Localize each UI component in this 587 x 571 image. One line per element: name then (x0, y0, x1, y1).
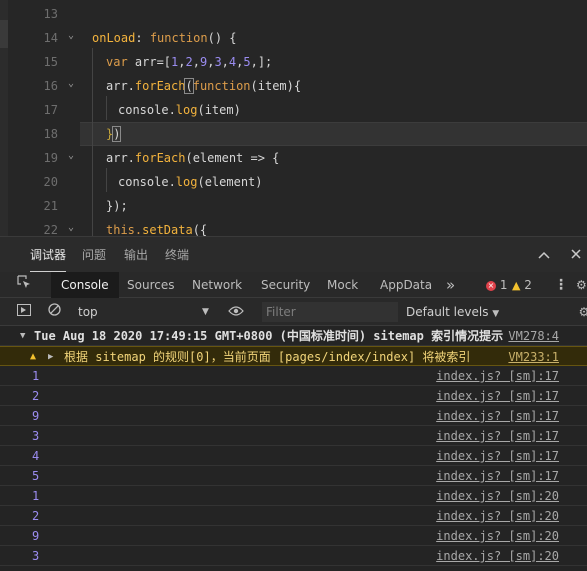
fold-chevron-icon[interactable]: ⌄ (68, 216, 78, 236)
code-line-14: onLoad: function() { (92, 31, 237, 45)
warning-icon: ▲ (30, 351, 37, 362)
log-entry: 9 index.js? [sm]:20 (0, 526, 587, 546)
tab-debugger[interactable]: 调试器 (30, 237, 67, 273)
log-entry: 3 index.js? [sm]:20 (0, 546, 587, 566)
log-levels-select[interactable]: Default levels ▼ (406, 302, 516, 322)
code-line-22: this.setData({ (106, 223, 208, 236)
log-levels-label: Default levels (406, 305, 489, 319)
source-link[interactable]: index.js? [sm]:17 (436, 446, 559, 466)
source-link[interactable]: index.js? [sm]:17 (436, 466, 559, 486)
source-link[interactable]: index.js? [sm]:17 (436, 426, 559, 446)
error-count: 1 (499, 278, 508, 292)
log-entry: 2 index.js? [sm]:17 (0, 386, 587, 406)
tab-terminal[interactable]: 终端 (165, 237, 189, 273)
tab-output[interactable]: 输出 (124, 237, 148, 273)
code-line-21: }); (106, 199, 128, 213)
collapsed-triangle-icon[interactable]: ▶ (48, 347, 53, 367)
collapse-chevron-up-icon[interactable] (534, 245, 554, 265)
log-entry: 9 index.js? [sm]:17 (0, 406, 587, 426)
line-number: 20 (43, 175, 58, 189)
sidebar-toggle-icon[interactable] (14, 302, 34, 322)
code-line-16: arr.forEach(function(item){ (106, 78, 302, 94)
log-entry: 1 index.js? [sm]:17 (0, 366, 587, 386)
code-line-20: console.log(element) (118, 175, 263, 189)
source-link[interactable]: index.js? [sm]:17 (436, 366, 559, 386)
live-expression-eye-icon[interactable] (226, 302, 246, 322)
source-link[interactable]: index.js? [sm]:20 (436, 506, 559, 526)
editor-left-strip (0, 0, 8, 236)
tab-console[interactable]: Console (51, 272, 119, 298)
dropdown-arrow-icon: ▼ (202, 307, 209, 317)
console-warning: ▲ ▶ 根据 sitemap 的规则[0]，当前页面 [pages/index/… (0, 346, 587, 366)
source-link[interactable]: VM233:1 (508, 347, 559, 367)
fold-chevron-icon[interactable]: ⌄ (68, 24, 78, 48)
fold-chevron-icon[interactable]: ⌄ (68, 72, 78, 96)
line-number: 15 (43, 55, 58, 69)
devtools-panel: 调试器 问题 输出 终端 Console Sources Network Sec… (0, 236, 587, 571)
tab-sources[interactable]: Sources (127, 272, 174, 298)
log-entry: 1 index.js? [sm]:20 (0, 486, 587, 506)
code-line-17: console.log(item) (118, 103, 241, 117)
tab-security[interactable]: Security (261, 272, 310, 298)
line-number-gutter: 13 14 ⌄ 15 16 ⌄ 17 18 19 ⌄ 20 21 22 ⌄ (8, 0, 80, 236)
inspect-element-icon[interactable] (14, 275, 34, 295)
line-number: 13 (43, 7, 58, 21)
source-link[interactable]: index.js? [sm]:20 (436, 526, 559, 546)
code-line-18: }) (106, 126, 122, 142)
devtools-panel-tabs: Console Sources Network Security Mock Ap… (0, 272, 587, 298)
warning-count: 2 (524, 278, 532, 292)
filter-input[interactable] (262, 302, 398, 322)
context-value: top (78, 305, 98, 319)
close-icon[interactable] (566, 245, 586, 265)
fold-chevron-icon[interactable]: ⌄ (68, 144, 78, 168)
tab-issues[interactable]: 问题 (82, 237, 106, 273)
warning-text: 根据 sitemap 的规则[0]，当前页面 [pages/index/inde… (64, 350, 471, 364)
log-entry: 4 index.js? [sm]:17 (0, 446, 587, 466)
source-link[interactable]: index.js? [sm]:17 (436, 406, 559, 426)
source-link[interactable]: VM278:4 (508, 326, 559, 346)
indent-guide (106, 168, 107, 192)
clear-console-icon[interactable] (44, 302, 64, 322)
line-number: 22 (43, 223, 58, 236)
context-select[interactable]: top ▼ (78, 302, 218, 322)
kebab-menu-icon[interactable]: ⋮ (554, 272, 568, 298)
tab-network[interactable]: Network (192, 272, 242, 298)
source-link[interactable]: index.js? [sm]:20 (436, 546, 559, 566)
line-number: 21 (43, 199, 58, 213)
code-line-15: var arr=[1,2,9,3,4,5,]; (106, 55, 273, 69)
indent-guide (92, 48, 93, 236)
source-link[interactable]: index.js? [sm]:20 (436, 486, 559, 506)
devtools-header: 调试器 问题 输出 终端 (0, 236, 587, 273)
code-editor[interactable]: 13 14 ⌄ 15 16 ⌄ 17 18 19 ⌄ 20 21 22 ⌄ on… (0, 0, 587, 236)
warning-icon: ▲ (512, 279, 521, 292)
console-settings-gear-icon[interactable]: ⚙ (574, 302, 587, 322)
line-number: 19 (43, 151, 58, 165)
console-group-header[interactable]: ▼ Tue Aug 18 2020 17:49:15 GMT+0800 (中国标… (0, 326, 587, 346)
warning-count-badge[interactable]: ▲ 2 (512, 272, 532, 298)
console-toolbar: top ▼ Default levels ▼ ⚙ (0, 298, 587, 326)
line-number: 16 (43, 79, 58, 93)
line-number: 18 (43, 127, 58, 141)
dropdown-arrow-icon: ▼ (492, 309, 500, 319)
line-number: 17 (43, 103, 58, 117)
more-tabs-button[interactable]: » (446, 272, 455, 298)
error-count-badge[interactable]: × 1 (486, 272, 507, 298)
line-number: 14 (43, 31, 58, 45)
group-text: Tue Aug 18 2020 17:49:15 GMT+0800 (中国标准时… (34, 329, 504, 343)
tab-mock[interactable]: Mock (327, 272, 358, 298)
log-entry: 2 index.js? [sm]:20 (0, 506, 587, 526)
source-link[interactable]: index.js? [sm]:17 (436, 386, 559, 406)
log-entry: 3 index.js? [sm]:17 (0, 426, 587, 446)
indent-guide (106, 96, 107, 120)
tab-appdata[interactable]: AppData (380, 272, 432, 298)
editor-left-strip-block (0, 20, 8, 48)
code-area[interactable]: onLoad: function() { var arr=[1,2,9,3,4,… (80, 0, 587, 236)
log-entry: 5 index.js? [sm]:17 (0, 466, 587, 486)
error-icon: × (486, 280, 496, 291)
code-line-19: arr.forEach(element => { (106, 151, 280, 165)
expanded-triangle-icon[interactable]: ▼ (20, 326, 25, 346)
settings-gear-icon[interactable]: ⚙ (576, 272, 587, 298)
